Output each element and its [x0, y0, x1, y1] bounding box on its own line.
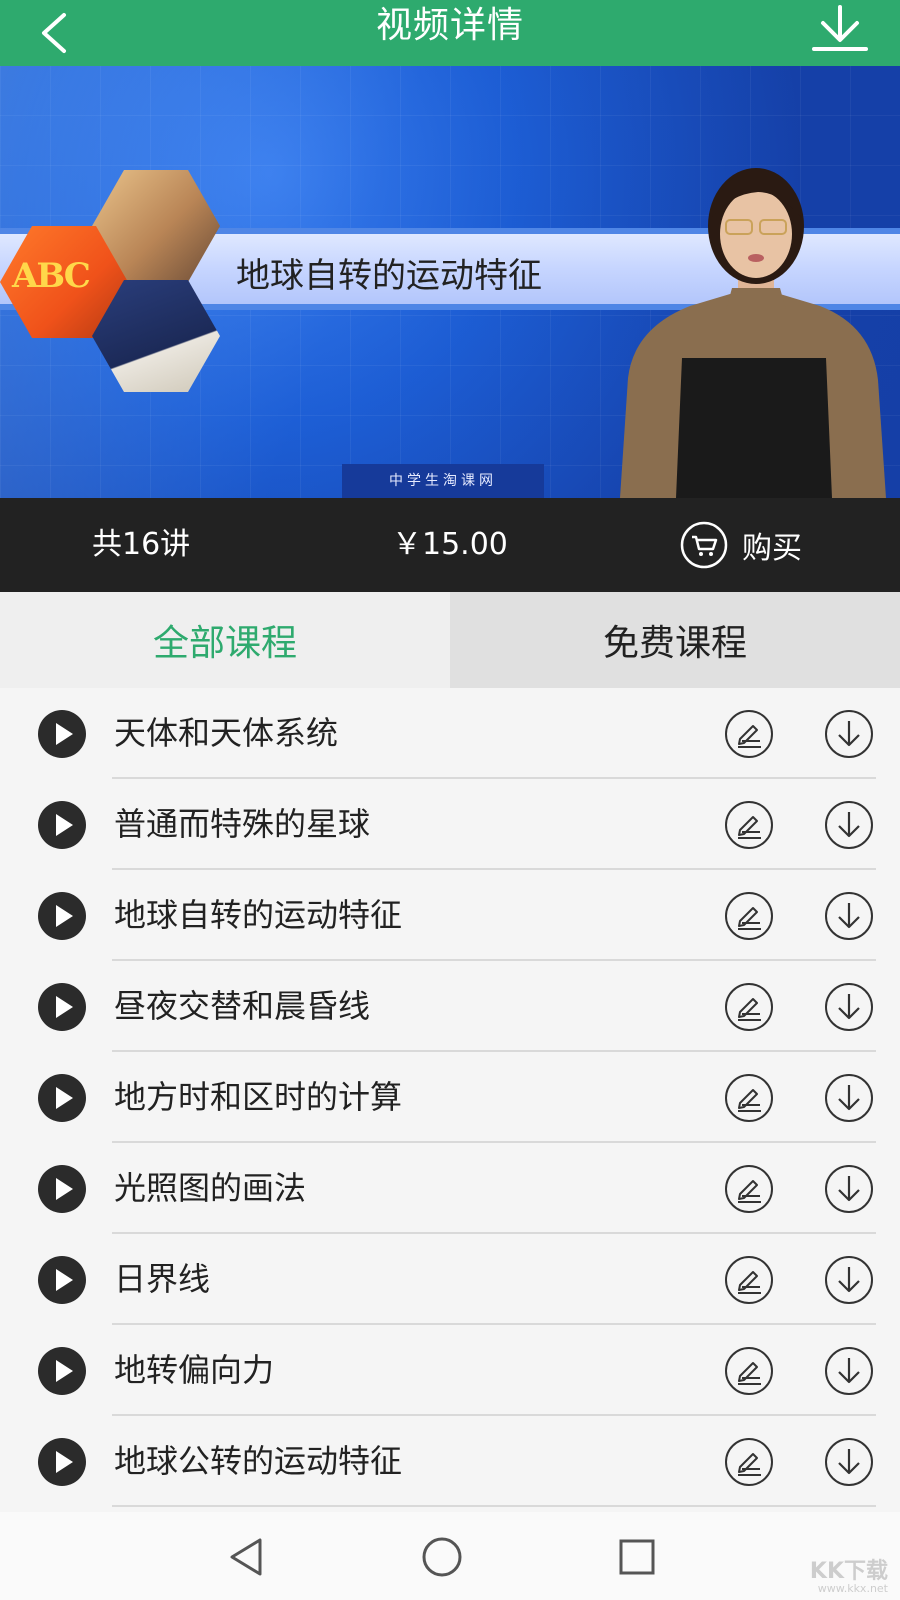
lesson-title: 地方时和区时的计算 — [114, 1078, 403, 1116]
nav-home-icon[interactable] — [417, 1532, 467, 1582]
nav-back-icon[interactable] — [222, 1532, 272, 1582]
teacher-figure — [620, 168, 886, 498]
cart-icon — [680, 521, 728, 569]
video-lesson-title: 地球自转的运动特征 — [236, 256, 542, 296]
lesson-title: 普通而特殊的星球 — [114, 805, 371, 843]
download-circle-icon[interactable] — [824, 1164, 874, 1214]
tab-free-courses[interactable]: 免费课程 — [450, 592, 900, 688]
lesson-row[interactable]: 天体和天体系统 — [0, 688, 900, 779]
lesson-title: 昼夜交替和晨昏线 — [114, 987, 371, 1025]
lesson-row[interactable]: 地方时和区时的计算 — [0, 1052, 900, 1143]
provider-caption: 中学生淘课网 — [342, 464, 544, 498]
play-icon[interactable] — [38, 710, 86, 758]
course-info-bar: 共16讲 ￥15.00 购买 — [0, 498, 900, 592]
edit-note-icon[interactable] — [724, 1164, 774, 1214]
edit-note-icon[interactable] — [724, 1073, 774, 1123]
edit-note-icon[interactable] — [724, 891, 774, 941]
play-icon[interactable] — [38, 1438, 86, 1486]
course-price: ￥15.00 — [392, 527, 508, 562]
download-circle-icon[interactable] — [824, 1073, 874, 1123]
lecture-count: 共16讲 — [92, 527, 191, 562]
lesson-row[interactable]: 昼夜交替和晨昏线 — [0, 961, 900, 1052]
watermark-url: www.kkx.net — [817, 1582, 888, 1595]
download-circle-icon[interactable] — [824, 709, 874, 759]
play-icon[interactable] — [38, 1347, 86, 1395]
play-icon[interactable] — [38, 1256, 86, 1304]
play-icon[interactable] — [38, 983, 86, 1031]
abc-text: ABC — [12, 256, 91, 296]
nav-recent-icon[interactable] — [612, 1532, 662, 1582]
top-app-bar: 视频详情 — [0, 0, 900, 66]
system-nav-bar: KK下载 www.kkx.net — [0, 1512, 900, 1600]
lesson-title: 光照图的画法 — [114, 1169, 307, 1207]
lesson-title: 地球公转的运动特征 — [114, 1442, 403, 1480]
buy-button[interactable]: 购买 — [680, 521, 802, 569]
download-circle-icon[interactable] — [824, 1346, 874, 1396]
lesson-title: 天体和天体系统 — [114, 714, 339, 752]
download-icon — [812, 5, 868, 51]
lesson-row[interactable]: 日界线 — [0, 1234, 900, 1325]
lesson-title: 日界线 — [114, 1260, 211, 1298]
download-button[interactable] — [810, 2, 870, 56]
tab-all-courses[interactable]: 全部课程 — [0, 592, 450, 688]
download-circle-icon[interactable] — [824, 982, 874, 1032]
download-circle-icon[interactable] — [824, 1437, 874, 1487]
play-icon[interactable] — [38, 801, 86, 849]
download-circle-icon[interactable] — [824, 800, 874, 850]
row-divider — [112, 1505, 876, 1507]
edit-note-icon[interactable] — [724, 982, 774, 1032]
buy-label: 购买 — [742, 531, 802, 566]
download-circle-icon[interactable] — [824, 891, 874, 941]
play-icon[interactable] — [38, 1165, 86, 1213]
lesson-title: 地转偏向力 — [114, 1351, 275, 1389]
video-player[interactable]: ABC 地球自转的运动特征 中学生淘课网 — [0, 66, 900, 498]
site-watermark: KK下载 www.kkx.net — [809, 1559, 888, 1595]
lesson-row[interactable]: 地球自转的运动特征 — [0, 870, 900, 961]
page-title: 视频详情 — [375, 5, 524, 46]
play-icon[interactable] — [38, 1074, 86, 1122]
lesson-row[interactable]: 光照图的画法 — [0, 1143, 900, 1234]
lesson-row[interactable]: 地球公转的运动特征 — [0, 1416, 900, 1507]
edit-note-icon[interactable] — [724, 1437, 774, 1487]
lesson-row[interactable]: 地转偏向力 — [0, 1325, 900, 1416]
edit-note-icon[interactable] — [724, 800, 774, 850]
lesson-row[interactable]: 普通而特殊的星球 — [0, 779, 900, 870]
download-circle-icon[interactable] — [824, 1255, 874, 1305]
lesson-title: 地球自转的运动特征 — [114, 896, 403, 934]
course-tabs: 全部课程 免费课程 — [0, 592, 900, 688]
watermark-brand: KK下载 — [809, 1559, 888, 1584]
lesson-list: 天体和天体系统 普通而特殊的星球 地球自转的运动特征 昼夜交替和晨昏线 地方时和… — [0, 688, 900, 1507]
edit-note-icon[interactable] — [724, 1346, 774, 1396]
edit-note-icon[interactable] — [724, 1255, 774, 1305]
edit-note-icon[interactable] — [724, 709, 774, 759]
play-icon[interactable] — [38, 892, 86, 940]
